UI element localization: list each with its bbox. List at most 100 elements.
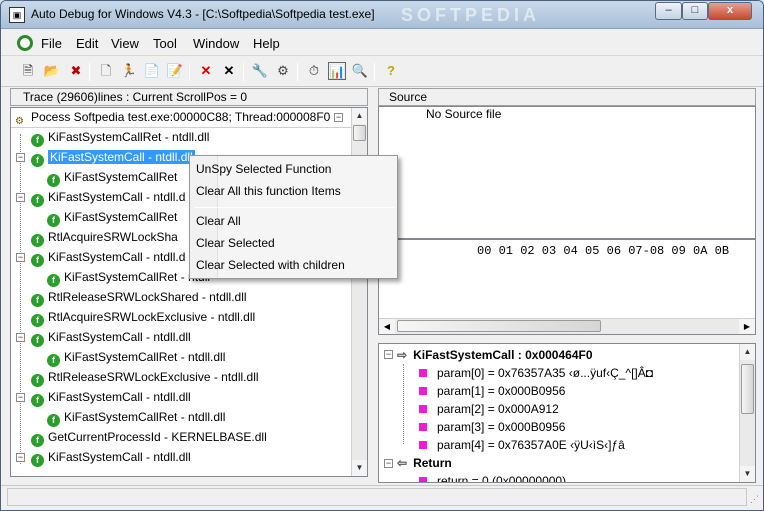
menu-clear-selected[interactable]: Clear Selected xyxy=(196,233,275,253)
params-scroll-thumb[interactable] xyxy=(741,364,754,414)
params-collapse-toggle[interactable]: − xyxy=(384,350,393,359)
function-icon: f xyxy=(31,434,44,447)
tools-icon[interactable]: 🔧 xyxy=(251,62,269,80)
param-icon xyxy=(419,387,427,395)
scroll-thumb[interactable] xyxy=(353,125,366,141)
scroll-up-arrow-icon[interactable]: ▲ xyxy=(740,344,755,360)
menu-clear-all[interactable]: Clear All xyxy=(196,211,241,231)
tree-collapse-toggle[interactable]: − xyxy=(16,453,25,462)
tree-collapse-toggle[interactable]: − xyxy=(16,253,25,262)
pane-splitter[interactable] xyxy=(371,87,377,483)
process-collapse-toggle[interactable]: − xyxy=(334,113,343,122)
menu-file[interactable]: File xyxy=(41,36,62,51)
tree-row[interactable]: f KiFastSystemCall - ntdll.dll xyxy=(31,388,191,408)
menu-unspy-selected-function[interactable]: UnSpy Selected Function xyxy=(196,159,331,179)
debugger-app-icon[interactable]: ▣ xyxy=(9,7,25,23)
source-header: Source xyxy=(378,88,756,106)
status-bar: ⋰ xyxy=(1,485,763,507)
report-icon[interactable]: 📊 xyxy=(328,62,346,80)
resize-grip-icon[interactable]: ⋰ xyxy=(750,494,759,505)
magnify-icon[interactable]: 🔍 xyxy=(351,62,369,80)
hex-horizontal-scrollbar[interactable]: ◀ ▶ xyxy=(379,318,755,334)
tree-row[interactable]: f RtlReleaseSRWLockShared - ntdll.dll xyxy=(31,288,247,308)
debug-target-icon[interactable] xyxy=(17,35,33,51)
delete-red-icon[interactable]: ✕ xyxy=(197,62,215,80)
scroll-right-arrow-icon[interactable]: ▶ xyxy=(739,319,755,334)
hex-scroll-thumb[interactable] xyxy=(397,320,601,332)
param-row[interactable]: param[4] = 0x76357A0E ‹ÿU‹ìS‹]ƒâ xyxy=(419,436,625,454)
hex-pane[interactable]: 00 01 02 03 04 05 06 07-08 09 0A 0B ◀ ▶ xyxy=(378,239,756,335)
param-icon xyxy=(419,477,427,482)
tree-row[interactable]: f GetCurrentProcessId - KERNELBASE.dll xyxy=(31,428,267,448)
title-bar[interactable]: ▣ Auto Debug for Windows V4.3 - [C:\Soft… xyxy=(1,1,763,29)
tree-row[interactable]: f KiFastSystemCallRet xyxy=(47,208,177,228)
scroll-down-arrow-icon[interactable]: ▼ xyxy=(740,466,755,482)
tree-row[interactable]: f KiFastSystemCallRet - ntdll.dll xyxy=(31,128,209,148)
tree-row[interactable]: f KiFastSystemCall - ntdll.d xyxy=(31,188,185,208)
params-vertical-scrollbar[interactable]: ▲ ▼ xyxy=(739,344,755,482)
clear-all-icon[interactable]: ✕ xyxy=(220,62,238,80)
menu-help[interactable]: Help xyxy=(253,36,280,51)
return-value-row[interactable]: return = 0 (0x00000000) xyxy=(419,472,566,482)
param-icon xyxy=(419,423,427,431)
return-collapse-toggle[interactable]: − xyxy=(384,459,393,468)
trace-header: Trace (29606)lines : Current ScrollPos =… xyxy=(10,88,368,106)
menu-clear-selected-with-children[interactable]: Clear Selected with children xyxy=(196,255,345,275)
menu-view[interactable]: View xyxy=(111,36,139,51)
source-text: No Source file xyxy=(426,107,502,121)
open-exe-icon[interactable]: 🗎 xyxy=(19,62,37,80)
menu-clear-all-function-items[interactable]: Clear All this function Items xyxy=(196,181,341,201)
process-row[interactable]: ⚙ Pocess Softpedia test.exe:00000C88; Th… xyxy=(11,108,351,128)
tree-row[interactable]: f KiFastSystemCall - ntdll.dll xyxy=(31,448,191,468)
menu-separator xyxy=(194,207,394,208)
hex-column-header: 00 01 02 03 04 05 06 07-08 09 0A 0B xyxy=(477,244,730,258)
scroll-up-arrow-icon[interactable]: ▲ xyxy=(352,108,367,124)
tree-row[interactable]: f KiFastSystemCallRet - ntdll xyxy=(47,268,210,288)
param-icon xyxy=(419,441,427,449)
minimize-button[interactable]: – xyxy=(655,2,682,20)
param-row[interactable]: param[3] = 0x000B0956 xyxy=(419,418,565,436)
return-row[interactable]: ⇦ Return xyxy=(397,454,452,472)
open-folder-icon[interactable]: 📂 xyxy=(43,62,61,80)
tree-row[interactable]: f KiFastSystemCall - ntdll.dll xyxy=(31,328,191,348)
tree-collapse-toggle[interactable]: − xyxy=(16,153,25,162)
tree-collapse-toggle[interactable]: − xyxy=(16,333,25,342)
scroll-left-arrow-icon[interactable]: ◀ xyxy=(379,319,395,334)
function-icon: f xyxy=(47,214,60,227)
close-file-icon[interactable]: ✖ xyxy=(67,62,85,80)
scroll-down-arrow-icon[interactable]: ▼ xyxy=(352,460,367,476)
params-pane[interactable]: − ⇨ KiFastSystemCall : 0x000464F0 param[0… xyxy=(378,343,756,483)
new-file-icon[interactable]: 🗋 xyxy=(97,62,115,80)
function-icon: f xyxy=(31,334,44,347)
tree-collapse-toggle[interactable]: − xyxy=(16,193,25,202)
timer-icon[interactable]: ⏱ xyxy=(305,62,323,80)
tree-row[interactable]: f KiFastSystemCallRet xyxy=(47,168,177,188)
menu-edit[interactable]: Edit xyxy=(76,36,98,51)
settings-icon[interactable]: ⚙ xyxy=(274,62,292,80)
param-row[interactable]: param[2] = 0x000A912 xyxy=(419,400,559,418)
param-row[interactable]: param[1] = 0x000B0956 xyxy=(419,382,565,400)
tree-row[interactable]: f RtlReleaseSRWLockExclusive - ntdll.dll xyxy=(31,368,259,388)
maximize-button[interactable]: □ xyxy=(682,2,708,20)
function-call-label: KiFastSystemCall : 0x000464F0 xyxy=(413,348,593,362)
tree-row[interactable]: f KiFastSystemCall - ntdll.d xyxy=(31,248,185,268)
param-row[interactable]: param[0] = 0x76357A35 ‹ø...ÿuf‹Ç_^[]Â◘ xyxy=(419,364,653,382)
help-icon[interactable]: ? xyxy=(382,62,400,80)
edit-doc-icon[interactable]: 📝 xyxy=(166,62,184,80)
tree-row[interactable]: f KiFastSystemCallRet - ntdll.dll xyxy=(47,408,225,428)
function-call-row[interactable]: ⇨ KiFastSystemCall : 0x000464F0 xyxy=(397,346,593,364)
tree-row[interactable]: f RtlAcquireSRWLockExclusive - ntdll.dll xyxy=(31,308,255,328)
run-icon[interactable]: 🏃 xyxy=(120,62,138,80)
tree-collapse-toggle[interactable]: − xyxy=(16,393,25,402)
tree-row-selected[interactable]: f KiFastSystemCall - ntdll.dll xyxy=(31,148,195,168)
menu-tool[interactable]: Tool xyxy=(153,36,177,51)
menu-window[interactable]: Window xyxy=(193,36,239,51)
tree-row[interactable]: f RtlAcquireSRWLockSha xyxy=(31,228,178,248)
notes-icon[interactable]: 📄 xyxy=(143,62,161,80)
tree-row[interactable]: f KiFastSystemCallRet - ntdll.dll xyxy=(47,348,225,368)
source-pane[interactable]: No Source file xyxy=(378,106,756,239)
return-arrow-icon: ⇦ xyxy=(397,456,408,470)
close-button[interactable]: x xyxy=(708,2,752,20)
param-icon xyxy=(419,369,427,377)
toolbar-separator xyxy=(297,63,298,81)
